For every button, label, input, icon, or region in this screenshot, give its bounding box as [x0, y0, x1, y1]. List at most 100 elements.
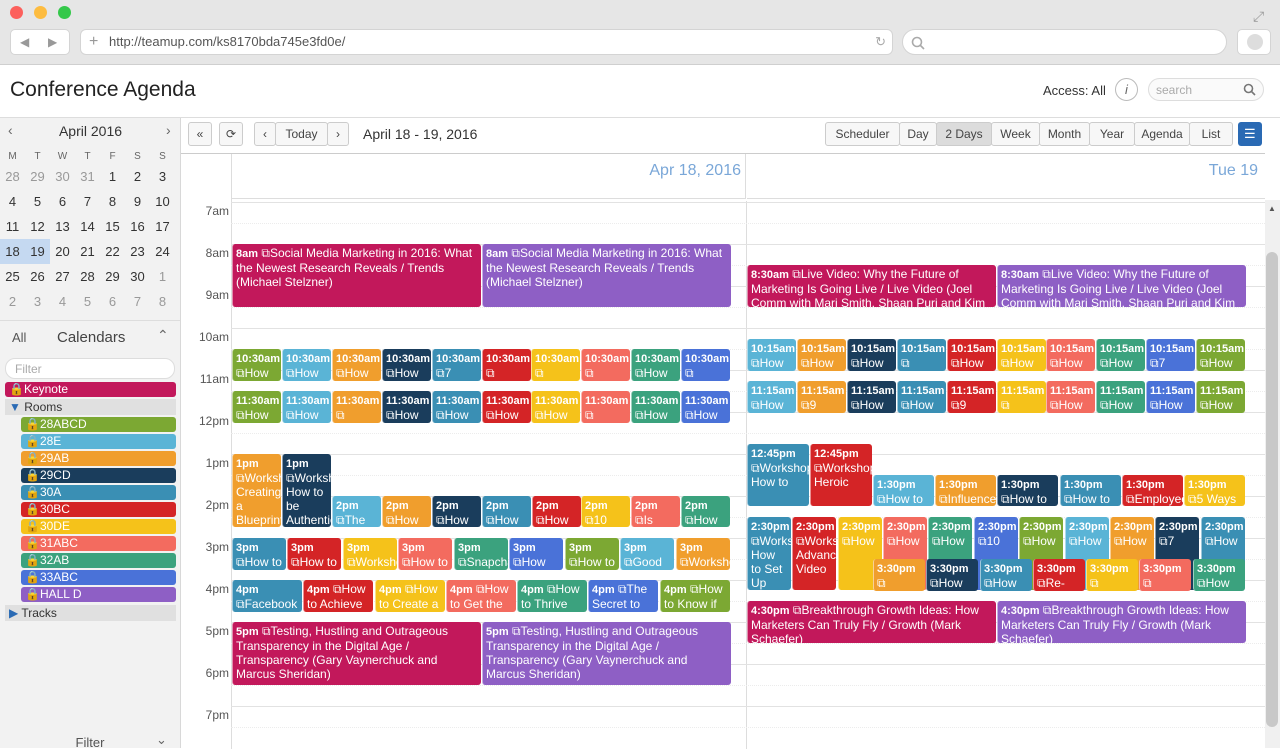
mini-day[interactable]: 12: [25, 214, 50, 239]
calendar-filter-input[interactable]: Filter: [5, 358, 175, 379]
mini-day[interactable]: 29: [25, 164, 50, 189]
event[interactable]: 2:30pm ⧉Worksh Advanc Video: [792, 517, 836, 590]
mini-day[interactable]: 3: [25, 289, 50, 314]
event[interactable]: 4pm ⧉How to Thrive: [517, 580, 587, 612]
mini-day[interactable]: 2: [125, 164, 150, 189]
calendar-item-room[interactable]: 🔒31ABC: [21, 536, 176, 551]
view-scheduler-button[interactable]: Scheduler: [825, 122, 900, 146]
event[interactable]: 3:30pm ⧉How: [980, 559, 1032, 591]
event[interactable]: 1:30pm ⧉How to: [873, 475, 934, 506]
mini-day[interactable]: 5: [25, 189, 50, 214]
reload-icon[interactable]: ↻: [875, 30, 886, 54]
event-keynote[interactable]: 8am ⧉Social Media Marketing in 2016: Wha…: [482, 244, 731, 307]
event[interactable]: 3:30pm ⧉How: [926, 559, 978, 591]
event[interactable]: 10:15am ⧉How: [1046, 339, 1095, 371]
event[interactable]: 11:15am ⧉How: [747, 381, 796, 413]
event[interactable]: 11:15am ⧉How: [897, 381, 946, 413]
event[interactable]: 11:15am ⧉9: [947, 381, 996, 413]
event[interactable]: 10:15am ⧉How: [1096, 339, 1145, 371]
day-header-2[interactable]: Tue 19: [747, 154, 1265, 199]
minimize-window-icon[interactable]: [34, 6, 47, 19]
mini-day[interactable]: 20: [50, 239, 75, 264]
event[interactable]: 10:15am ⧉How: [1196, 339, 1245, 371]
event[interactable]: 3pm ⧉How to: [398, 538, 452, 570]
view-week-button[interactable]: Week: [991, 122, 1040, 146]
mini-day[interactable]: 17: [150, 214, 175, 239]
scrollbar-thumb[interactable]: [1266, 252, 1278, 727]
event[interactable]: 2pm ⧉How: [532, 496, 581, 527]
mini-day[interactable]: 31: [75, 164, 100, 189]
event[interactable]: 10:30am ⧉: [482, 349, 531, 381]
event[interactable]: 10:30am ⧉: [681, 349, 730, 381]
mini-day[interactable]: 10: [150, 189, 175, 214]
event[interactable]: 11:30am ⧉How: [482, 391, 531, 423]
mini-day[interactable]: 7: [75, 189, 100, 214]
event[interactable]: 3:30pm ⧉Re-: [1033, 559, 1085, 591]
event[interactable]: 11:15am ⧉How: [1046, 381, 1095, 413]
event[interactable]: 4pm ⧉How to Create a: [375, 580, 445, 612]
view-2-days-button[interactable]: 2 Days: [936, 122, 992, 146]
mini-day[interactable]: 6: [50, 189, 75, 214]
mini-day[interactable]: 18: [0, 239, 25, 264]
event[interactable]: 10:15am ⧉How: [797, 339, 846, 371]
event-keynote[interactable]: 4:30pm ⧉Breakthrough Growth Ideas: How M…: [747, 601, 996, 643]
mini-day[interactable]: 4: [50, 289, 75, 314]
event[interactable]: 10:30am ⧉7: [432, 349, 481, 381]
zoom-window-icon[interactable]: [58, 6, 71, 19]
mini-day[interactable]: 3: [150, 164, 175, 189]
event[interactable]: 2pm ⧉10: [581, 496, 630, 527]
mini-day[interactable]: 15: [100, 214, 125, 239]
event[interactable]: 10:30am ⧉: [531, 349, 580, 381]
scrollbar[interactable]: ▲: [1265, 200, 1280, 748]
event[interactable]: 3:30pm ⧉How to Get People to Consume: [1193, 559, 1245, 591]
chevron-up-icon[interactable]: ⌃: [157, 327, 169, 344]
mini-day[interactable]: 28: [75, 264, 100, 289]
mini-day[interactable]: 1: [150, 264, 175, 289]
event[interactable]: 2pm ⧉How to: [681, 496, 730, 527]
event[interactable]: 11:30am ⧉: [332, 391, 381, 423]
event-keynote[interactable]: 5pm ⧉Testing, Hustling and Outrageous Tr…: [482, 622, 731, 685]
event[interactable]: 4pm ⧉Facebook: [232, 580, 302, 612]
forward-arrow-icon[interactable]: ▶: [48, 30, 57, 54]
mini-day[interactable]: 13: [50, 214, 75, 239]
event[interactable]: 4pm ⧉The Secret to: [588, 580, 658, 612]
back-arrow-icon[interactable]: ◀: [20, 30, 29, 54]
mini-day[interactable]: 9: [125, 189, 150, 214]
event[interactable]: 4pm ⧉How to Achieve: [303, 580, 373, 612]
mini-day[interactable]: 19: [25, 239, 50, 264]
event-keynote[interactable]: 8:30am ⧉Live Video: Why the Future of Ma…: [997, 265, 1246, 307]
event[interactable]: 12:45pm ⧉Workshop: Heroic: [810, 444, 872, 506]
event[interactable]: 4pm ⧉How to Get the: [446, 580, 516, 612]
event[interactable]: 1:30pm ⧉How to: [997, 475, 1058, 506]
event[interactable]: 10:15am ⧉How: [847, 339, 896, 371]
mini-day[interactable]: 6: [100, 289, 125, 314]
event[interactable]: 11:30am ⧉How: [382, 391, 431, 423]
event[interactable]: 11:15am ⧉How: [1146, 381, 1195, 413]
event[interactable]: 11:30am ⧉How: [531, 391, 580, 423]
event[interactable]: 11:30am ⧉How: [681, 391, 730, 423]
event[interactable]: 3pm ⧉How to: [232, 538, 286, 570]
calendar-item-keynote[interactable]: 🔒Keynote: [5, 382, 176, 397]
mini-day[interactable]: 4: [0, 189, 25, 214]
all-calendars-toggle[interactable]: All: [12, 330, 26, 345]
event[interactable]: 11:30am ⧉How: [432, 391, 481, 423]
refresh-button[interactable]: ⟳: [219, 122, 243, 146]
info-icon[interactable]: i: [1115, 78, 1138, 101]
view-day-button[interactable]: Day: [899, 122, 937, 146]
event-keynote[interactable]: 4:30pm ⧉Breakthrough Growth Ideas: How M…: [997, 601, 1246, 643]
mini-day[interactable]: 5: [75, 289, 100, 314]
event-keynote[interactable]: 8am ⧉Social Media Marketing in 2016: Wha…: [232, 244, 481, 307]
search-icon[interactable]: [1243, 83, 1256, 96]
collapse-sidebar-button[interactable]: «: [188, 122, 212, 146]
event[interactable]: 2pm ⧉Is: [631, 496, 680, 527]
event[interactable]: 2pm ⧉How: [382, 496, 431, 527]
event[interactable]: 1pm ⧉Workshop: Creating a Blueprint: [232, 454, 281, 527]
browser-menu-button[interactable]: [1237, 29, 1271, 55]
search-box[interactable]: search: [1148, 78, 1264, 101]
event[interactable]: 1:30pm ⧉Influencer: [935, 475, 996, 506]
event[interactable]: 3pm ⧉Good: [620, 538, 674, 570]
event[interactable]: 2:30pm ⧉Worksh How to Set Up: [747, 517, 791, 590]
mini-day[interactable]: 29: [100, 264, 125, 289]
mini-day[interactable]: 1: [100, 164, 125, 189]
view-year-button[interactable]: Year: [1089, 122, 1135, 146]
